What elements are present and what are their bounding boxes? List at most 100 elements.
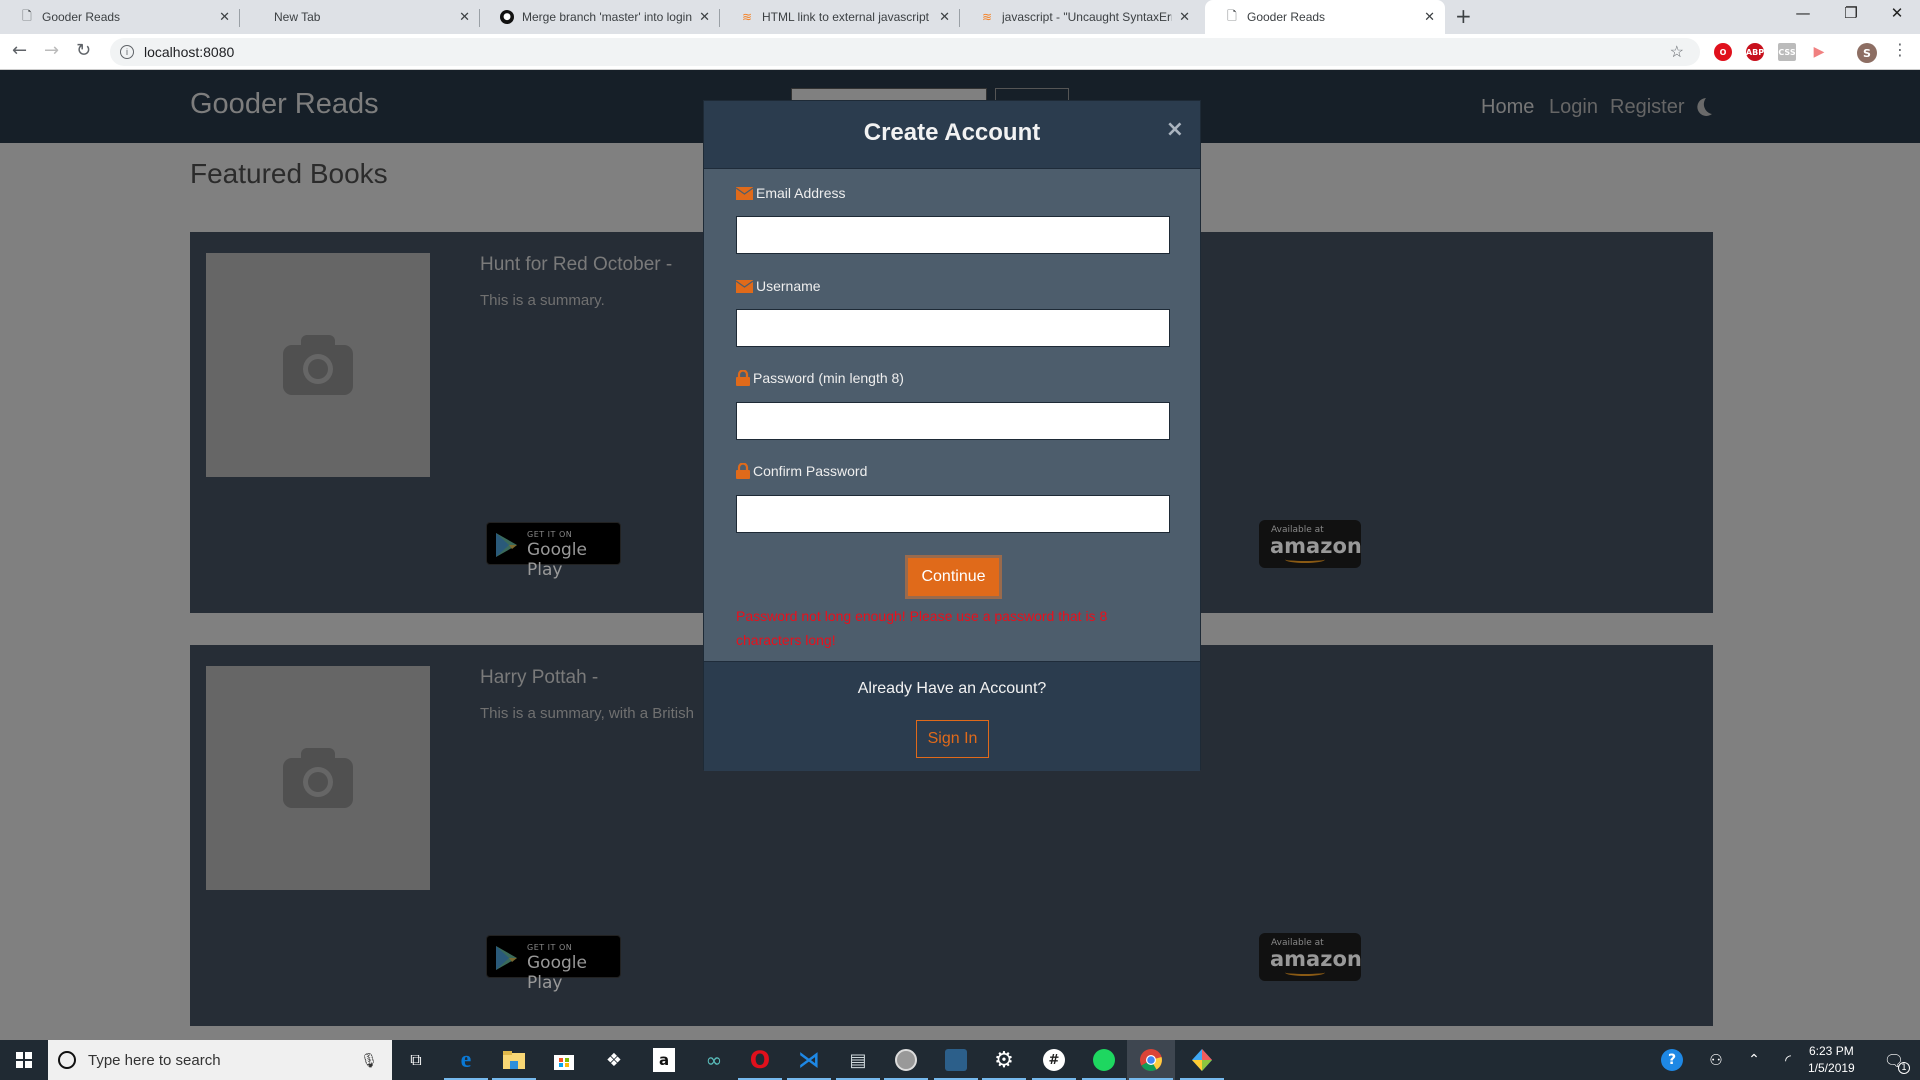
sign-in-button[interactable]: Sign In: [916, 720, 989, 758]
restore-button[interactable]: ❐: [1828, 4, 1874, 22]
clock-date: 1/5/2019: [1808, 1061, 1855, 1075]
vscode-icon[interactable]: ⋊: [785, 1040, 833, 1080]
modal-close-button[interactable]: ×: [1166, 117, 1184, 142]
reload-icon[interactable]: ↻: [76, 40, 91, 61]
nav-home[interactable]: Home: [1481, 96, 1534, 119]
tab-html-link-so[interactable]: ≋ HTML link to external javascript n ✕: [720, 0, 960, 34]
taskbar-search-placeholder: Type here to search: [88, 1051, 221, 1069]
menu-kebab-icon[interactable]: ⋮: [1892, 40, 1908, 59]
page-content: Gooder Reads Home Login Register Feature…: [0, 70, 1920, 1040]
resource-monitor-icon[interactable]: ▤: [834, 1040, 882, 1080]
google-play-big-text: Google Play: [527, 540, 587, 580]
slack-icon[interactable]: #: [1030, 1040, 1078, 1080]
dropbox-icon[interactable]: ❖: [590, 1040, 638, 1080]
envelope-icon: [736, 186, 753, 200]
book-title: Hunt for Red October -: [480, 254, 673, 275]
opera-ext-icon[interactable]: O: [1714, 43, 1732, 61]
css-ext-icon[interactable]: CSS: [1778, 43, 1796, 61]
book-summary: This is a summary.: [480, 292, 605, 309]
section-title: Featured Books: [190, 158, 388, 189]
google-play-badge[interactable]: GET IT ON Google Play: [486, 522, 621, 580]
moon-icon[interactable]: [1692, 96, 1714, 118]
camera-icon: [283, 748, 353, 808]
notification-count: 1: [1898, 1062, 1910, 1074]
tab-gooder-reads-active[interactable]: 🗋 Gooder Reads ✕: [1205, 0, 1445, 34]
lock-icon: [736, 463, 750, 479]
info-icon[interactable]: i: [120, 45, 134, 59]
nav-register[interactable]: Register: [1610, 96, 1684, 119]
close-icon[interactable]: ✕: [699, 10, 710, 25]
mysql-workbench-icon[interactable]: [932, 1040, 980, 1080]
action-center-icon[interactable]: 🗨 1: [1870, 1040, 1918, 1080]
help-icon[interactable]: ?: [1648, 1040, 1696, 1080]
mamp-icon[interactable]: [882, 1040, 930, 1080]
camera-icon: [283, 335, 353, 395]
back-icon[interactable]: ←: [12, 40, 27, 61]
taskbar-search[interactable]: Type here to search 🎙: [48, 1040, 392, 1080]
tab-new-tab[interactable]: New Tab ✕: [240, 0, 480, 34]
site-brand[interactable]: Gooder Reads: [190, 88, 379, 121]
address-bar[interactable]: i localhost:8080 ☆: [110, 38, 1700, 66]
google-play-small-text: GET IT ON: [527, 943, 573, 952]
nav-login[interactable]: Login: [1549, 96, 1598, 119]
close-icon[interactable]: ✕: [939, 10, 950, 25]
tab-github-merge[interactable]: ● Merge branch 'master' into login ✕: [480, 0, 720, 34]
start-button[interactable]: [0, 1040, 48, 1080]
amazon-logo-text: amazon: [1270, 947, 1362, 971]
tab-gooder-reads-1[interactable]: 🗋 Gooder Reads ✕: [0, 0, 240, 34]
password-label: Password (min length 8): [736, 370, 904, 386]
minimize-button[interactable]: —: [1780, 4, 1826, 22]
create-account-modal: Create Account × Email Address Username …: [703, 100, 1201, 771]
tab-title: Gooder Reads: [42, 10, 121, 24]
confirm-password-field[interactable]: [736, 495, 1170, 533]
error-message: Password not long enough! Please use a p…: [736, 608, 1108, 648]
close-icon[interactable]: ✕: [219, 10, 230, 25]
confirm-password-label-text: Confirm Password: [753, 463, 868, 479]
book-title: Harry Pottah -: [480, 667, 599, 688]
amazon-badge[interactable]: Available at amazon: [1259, 520, 1362, 568]
page-icon: 🗋: [22, 8, 32, 23]
new-tab-button[interactable]: +: [1455, 4, 1472, 28]
close-icon[interactable]: ✕: [1179, 10, 1190, 25]
microphone-icon[interactable]: 🎙: [360, 1052, 378, 1069]
system-clock[interactable]: 6:23 PM 1/5/2019: [1808, 1043, 1855, 1077]
wifi-icon[interactable]: ◜: [1764, 1040, 1812, 1080]
tab-title: New Tab: [274, 10, 321, 24]
continue-button[interactable]: Continue: [905, 555, 1002, 599]
settings-gear-icon[interactable]: ⚙: [980, 1040, 1028, 1080]
google-play-icon: [496, 946, 517, 970]
modal-header: Create Account ×: [704, 101, 1200, 169]
git-kraken-icon[interactable]: [1178, 1040, 1226, 1080]
adblock-plus-icon[interactable]: ABP: [1746, 43, 1764, 61]
bookmark-star-icon[interactable]: ☆: [1670, 42, 1684, 62]
password-field[interactable]: [736, 402, 1170, 440]
task-view-icon[interactable]: ⧉: [392, 1040, 440, 1080]
email-label: Email Address: [736, 185, 845, 201]
file-explorer-icon[interactable]: [490, 1040, 538, 1080]
opera-icon[interactable]: O: [736, 1040, 784, 1080]
username-field[interactable]: [736, 309, 1170, 347]
spotify-icon[interactable]: [1080, 1040, 1128, 1080]
cast-ext-icon[interactable]: ▶: [1810, 43, 1828, 61]
edge-icon[interactable]: e: [442, 1040, 490, 1080]
forward-icon[interactable]: →: [44, 40, 59, 61]
window-close-button[interactable]: ✕: [1874, 4, 1920, 22]
store-icon[interactable]: [540, 1040, 588, 1080]
email-label-text: Email Address: [756, 185, 846, 201]
stackoverflow-icon: ≋: [741, 10, 753, 24]
arduino-icon[interactable]: ∞: [690, 1040, 738, 1080]
username-label: Username: [736, 278, 821, 294]
profile-avatar[interactable]: S: [1857, 43, 1877, 63]
close-icon[interactable]: ✕: [459, 10, 470, 25]
chrome-icon[interactable]: [1127, 1040, 1175, 1080]
tab-javascript-so[interactable]: ≋ javascript - "Uncaught SyntaxErro ✕: [960, 0, 1200, 34]
amazon-app-icon[interactable]: a: [640, 1040, 688, 1080]
email-field[interactable]: [736, 216, 1170, 254]
tab-title: javascript - "Uncaught SyntaxErro: [1002, 10, 1172, 24]
amazon-badge[interactable]: Available at amazon: [1259, 933, 1362, 981]
page-icon: 🗋: [1227, 8, 1237, 23]
close-icon[interactable]: ✕: [1424, 10, 1435, 25]
cortana-icon: [58, 1051, 76, 1069]
google-play-badge[interactable]: GET IT ON Google Play: [486, 935, 621, 993]
google-play-icon: [496, 533, 517, 557]
